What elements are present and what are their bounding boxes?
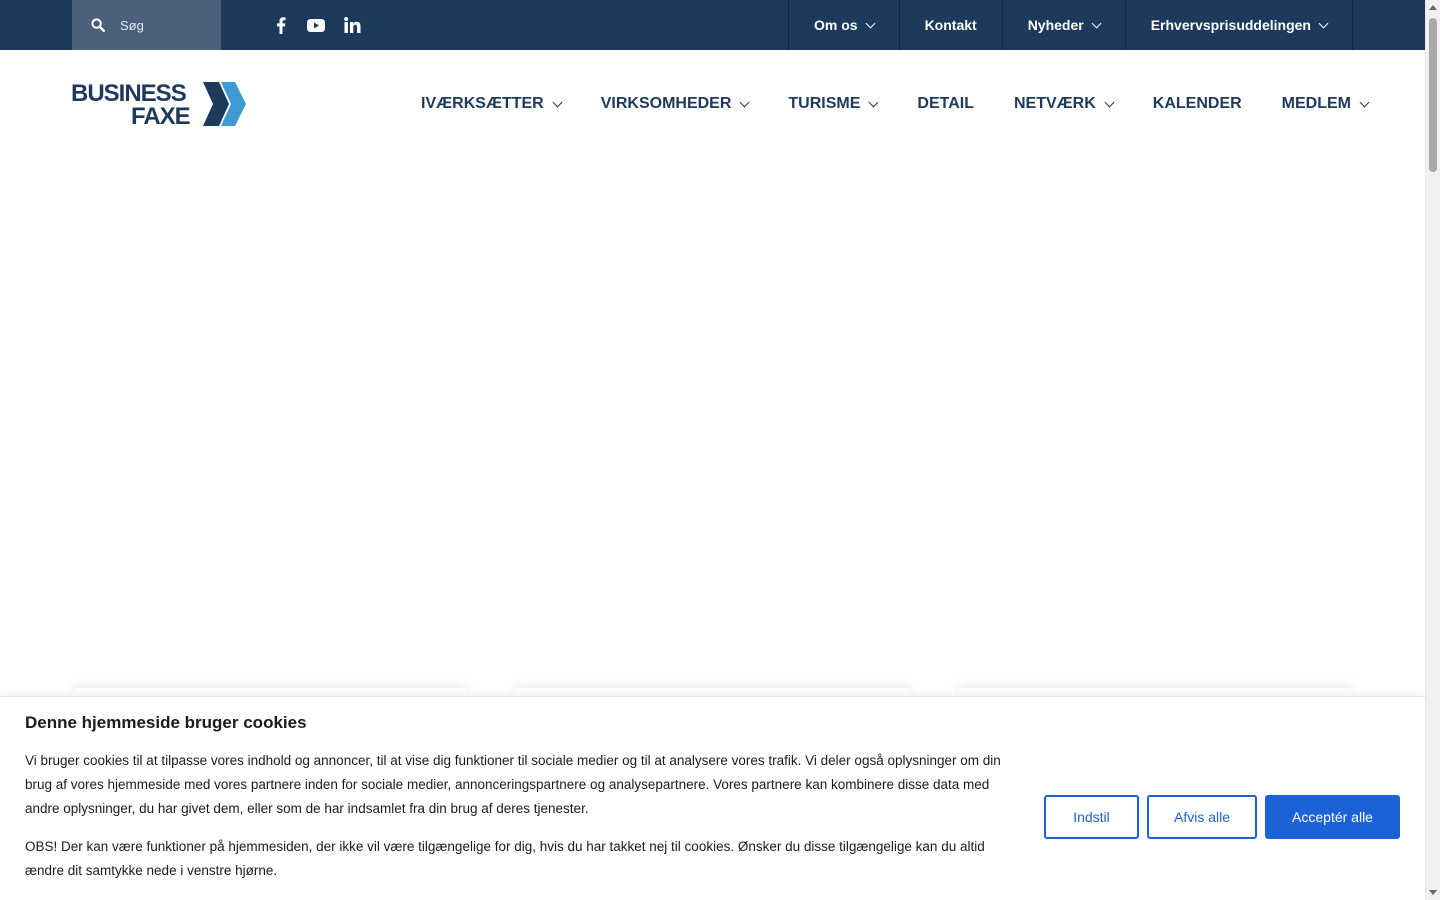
nav-label: TURISME (788, 95, 861, 112)
business-faxe-logo[interactable]: BUSINESS FAXE (71, 82, 247, 130)
logo-text-line2: FAXE (131, 103, 191, 130)
nav-netvaerk[interactable]: NETVÆRK (1014, 95, 1115, 113)
nav-turisme[interactable]: TURISME (788, 95, 879, 113)
nav-label: IVÆRKSÆTTER (421, 95, 544, 112)
nav-medlem[interactable]: MEDLEM (1281, 95, 1370, 113)
chevron-down-icon (1091, 18, 1102, 28)
topnav-erhvervsprisuddelingen[interactable]: Erhvervsprisuddelingen (1124, 0, 1353, 50)
top-nav: Om os Kontakt Nyheder Erhvervsprisuddeli… (787, 0, 1353, 50)
topnav-kontakt[interactable]: Kontakt (898, 0, 1002, 50)
nav-label: NETVÆRK (1014, 95, 1096, 112)
chevron-down-icon (1359, 97, 1370, 107)
youtube-icon (307, 18, 325, 32)
nav-kalender[interactable]: KALENDER (1153, 95, 1242, 113)
topnav-nyheder[interactable]: Nyheder (1001, 0, 1125, 50)
chevron-down-icon (1104, 97, 1115, 107)
cookie-notice: OBS! Der kan være funktioner på hjemmesi… (25, 839, 985, 878)
chevron-down-icon (865, 18, 876, 28)
cookie-description: Vi bruger cookies til at tilpasse vores … (25, 753, 1001, 816)
topnav-om-os[interactable]: Om os (787, 0, 899, 50)
topnav-label: Nyheder (1027, 17, 1084, 33)
search-icon (91, 18, 105, 32)
nav-label: KALENDER (1152, 95, 1242, 112)
chevron-down-icon (739, 97, 750, 107)
scroll-down-arrow-icon[interactable] (1429, 890, 1437, 895)
linkedin-link[interactable] (337, 0, 367, 50)
facebook-link[interactable] (266, 0, 296, 50)
logo-chevrons-icon (203, 82, 246, 126)
nav-label: VIRKSOMHEDER (600, 95, 732, 112)
linkedin-icon (343, 17, 360, 33)
scrollbar-thumb[interactable] (1429, 18, 1437, 172)
page-scrollbar[interactable] (1425, 0, 1440, 900)
top-bar: Om os Kontakt Nyheder Erhvervsprisuddeli… (0, 0, 1425, 50)
nav-detail[interactable]: DETAIL (917, 95, 974, 113)
search-input[interactable] (118, 16, 212, 34)
cookie-banner: Denne hjemmeside bruger cookies Vi bruge… (0, 696, 1425, 900)
nav-label: MEDLEM (1281, 95, 1351, 112)
chevron-down-icon (1318, 18, 1329, 28)
main-nav: IVÆRKSÆTTER VIRKSOMHEDER TURISME DETAIL … (381, 82, 1370, 126)
topnav-label: Om os (813, 17, 858, 33)
topnav-label: Kontakt (924, 17, 977, 33)
nav-virksomheder[interactable]: VIRKSOMHEDER (600, 95, 750, 113)
cookie-title: Denne hjemmeside bruger cookies (25, 713, 307, 732)
scroll-up-arrow-icon[interactable] (1429, 5, 1437, 10)
search-box[interactable] (72, 0, 221, 50)
accept-all-button[interactable]: Acceptér alle (1265, 795, 1400, 839)
nav-ivaerksaetter[interactable]: IVÆRKSÆTTER (421, 95, 563, 113)
chevron-down-icon (868, 97, 879, 107)
youtube-link[interactable] (301, 0, 331, 50)
facebook-icon (277, 16, 286, 34)
cookie-settings-button[interactable]: Indstil (1044, 795, 1139, 839)
chevron-down-icon (552, 97, 563, 107)
topnav-label: Erhvervsprisuddelingen (1150, 17, 1311, 33)
nav-label: DETAIL (917, 95, 974, 112)
reject-all-button[interactable]: Afvis alle (1147, 795, 1257, 839)
